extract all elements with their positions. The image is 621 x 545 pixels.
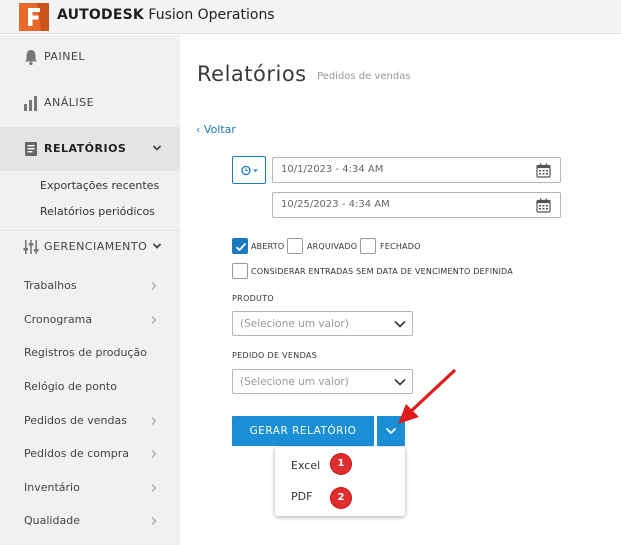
calendar-icon[interactable] (536, 163, 551, 178)
time-range-button[interactable] (232, 156, 266, 184)
calendar-icon[interactable] (536, 198, 551, 213)
sidebar-item-label: GERENCIAMENTO (44, 240, 148, 253)
date-from-value: 10/1/2023 - 4:34 AM (281, 164, 384, 175)
label-sem-vencimento: CONSIDERAR ENTRADAS SEM DATA DE VENCIMEN… (251, 267, 513, 276)
sidebar-item-cronograma[interactable]: Cronograma (0, 304, 180, 337)
report-icon (25, 142, 37, 156)
bell-icon (25, 50, 37, 66)
brand-product: Fusion Operations (148, 7, 275, 23)
checkmark-icon (235, 242, 247, 252)
checkbox-aberto[interactable] (232, 238, 248, 254)
date-from-field[interactable]: 10/1/2023 - 4:34 AM (272, 157, 561, 183)
sidebar: PAINEL ANÁLISE RELATÓRIOS Exportações re… (0, 35, 180, 545)
page-title: Relatórios (197, 62, 307, 86)
date-to-field[interactable]: 10/25/2023 - 4:34 AM (272, 192, 561, 218)
pedido-vendas-label: PEDIDO DE VENDAS (232, 351, 318, 360)
sidebar-item-label: Relógio de ponto (24, 380, 117, 393)
step-badge-2: 2 (331, 488, 351, 508)
sidebar-item-painel[interactable]: PAINEL (0, 35, 180, 79)
sidebar-item-pedidos-vendas[interactable]: Pedidos de vendas (0, 405, 180, 438)
pedido-vendas-placeholder: (Selecione um valor) (240, 376, 349, 388)
top-bar: AUTODESK Fusion Operations (0, 0, 621, 34)
checkbox-sem-vencimento[interactable] (232, 263, 248, 279)
sidebar-item-label: Qualidade (24, 514, 80, 527)
sidebar-item-label: RELATÓRIOS (44, 142, 127, 155)
checkbox-fechado[interactable] (360, 238, 376, 254)
sidebar-item-registros[interactable]: Registros de produção (0, 337, 180, 370)
label-arquivado: ARQUIVADO (307, 242, 358, 251)
date-to-value: 10/25/2023 - 4:34 AM (281, 199, 390, 210)
sidebar-subitem-exportacoes[interactable]: Exportações recentes (40, 179, 159, 192)
page-subtitle: Pedidos de vendas (317, 71, 411, 82)
sidebar-item-label: PAINEL (44, 50, 86, 63)
sidebar-item-trabalhos[interactable]: Trabalhos (0, 270, 180, 303)
sidebar-item-label: ANÁLISE (44, 96, 95, 109)
chevron-right-icon (151, 450, 157, 458)
sidebar-item-inventario[interactable]: Inventário (0, 472, 180, 505)
brand-autodesk: AUTODESK (57, 7, 144, 23)
sidebar-item-label: Pedidos de vendas (24, 414, 127, 427)
back-link[interactable]: ‹ Voltar (196, 123, 236, 136)
sidebar-item-analise[interactable]: ANÁLISE (0, 81, 180, 125)
produto-label: PRODUTO (232, 294, 274, 303)
clock-icon (241, 165, 258, 176)
chevron-right-icon (151, 316, 157, 324)
bar-chart-icon (24, 96, 37, 111)
sidebar-subitem-periodicos[interactable]: Relatórios periódicos (40, 205, 155, 218)
sidebar-item-label: Registros de produção (24, 346, 147, 359)
step-badge-1: 1 (331, 454, 351, 474)
sliders-icon (23, 240, 39, 254)
sidebar-item-label: Inventário (24, 481, 80, 494)
sidebar-item-relogio[interactable]: Relógio de ponto (0, 371, 180, 404)
fusion-logo-icon[interactable] (19, 3, 49, 31)
produto-select[interactable]: (Selecione um valor) (232, 311, 413, 336)
chevron-down-icon[interactable] (152, 241, 162, 251)
label-aberto: ABERTO (251, 242, 285, 251)
produto-placeholder: (Selecione um valor) (240, 318, 349, 330)
main-content: Relatórios Pedidos de vendas ‹ Voltar 10… (180, 35, 621, 545)
sidebar-item-qualidade[interactable]: Qualidade (0, 505, 180, 538)
chevron-right-icon (151, 417, 157, 425)
menu-item-label: PDF (291, 490, 313, 503)
chevron-right-icon (151, 517, 157, 525)
label-fechado: FECHADO (380, 242, 421, 251)
pedido-vendas-select[interactable]: (Selecione um valor) (232, 369, 413, 394)
sidebar-item-relatorios[interactable]: RELATÓRIOS (0, 127, 180, 171)
annotation-arrow-icon (398, 369, 456, 424)
app-brand: AUTODESK Fusion Operations (57, 7, 275, 23)
menu-item-label: Excel (291, 459, 321, 472)
chevron-down-icon (394, 320, 406, 328)
chevron-right-icon (151, 282, 157, 290)
chevron-down-icon[interactable] (152, 143, 162, 153)
sidebar-item-label: Trabalhos (24, 279, 77, 292)
sidebar-item-label: Pedidos de compra (24, 447, 129, 460)
sidebar-item-label: Cronograma (24, 313, 93, 326)
chevron-right-icon (151, 484, 157, 492)
checkbox-arquivado[interactable] (287, 238, 303, 254)
sidebar-item-gerenciamento[interactable]: GERENCIAMENTO (0, 225, 180, 269)
generate-report-button[interactable]: GERAR RELATÓRIO (232, 416, 374, 446)
sidebar-item-pedidos-compra[interactable]: Pedidos de compra (0, 438, 180, 471)
